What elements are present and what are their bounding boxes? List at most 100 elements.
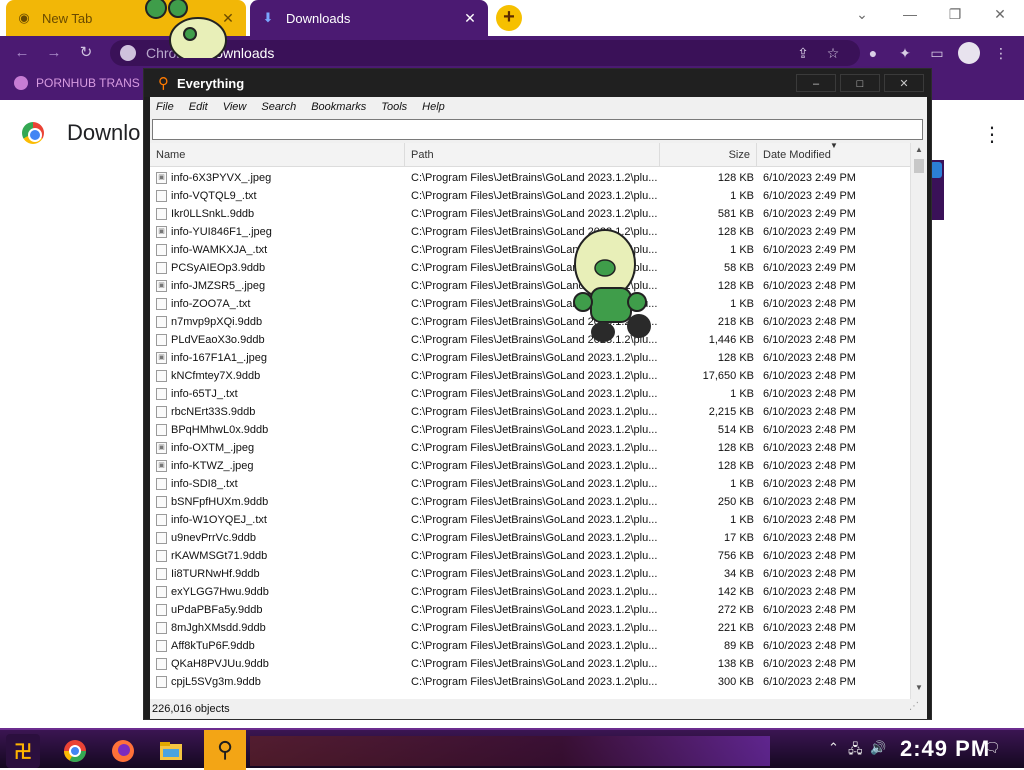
search-input[interactable] <box>152 119 923 140</box>
table-row[interactable]: kNCfmtey7X.9ddb C:\Program Files\JetBrain… <box>150 367 910 385</box>
file-date-modified: 6/10/2023 2:49 PM <box>763 262 856 274</box>
table-row[interactable]: n7mvp9pXQi.9ddb C:\Program Files\JetBrain… <box>150 313 910 331</box>
tab-search-icon[interactable]: ⌄ <box>852 6 872 23</box>
results-header: Name Path Size Date Modified ▼ <box>150 143 910 167</box>
menu-bookmarks[interactable]: Bookmarks <box>311 101 366 113</box>
side-panel-icon[interactable]: ▭ <box>926 42 948 64</box>
table-row[interactable]: cpjL5SVg3m.9ddb C:\Program Files\JetBrain… <box>150 673 910 691</box>
file-size: 34 KB <box>724 568 754 580</box>
file-path: C:\Program Files\JetBrains\GoLand 2023.1… <box>411 514 658 526</box>
column-header-size[interactable]: Size <box>660 143 757 167</box>
table-row[interactable]: ▣ info-6X3PYVX_.jpeg C:\Program Files\JetB… <box>150 169 910 187</box>
scroll-down-icon[interactable]: ▼ <box>915 683 923 692</box>
table-row[interactable]: ▣ info-KTWZ_.jpeg C:\Program Files\JetBrai… <box>150 457 910 475</box>
close-window-icon[interactable]: ✕ <box>990 6 1010 23</box>
file-size: 89 KB <box>724 640 754 652</box>
column-header-path[interactable]: Path <box>405 143 660 167</box>
table-row[interactable]: info-65TJ_.txt C:\Program Files\JetBrains… <box>150 385 910 403</box>
site-info-icon[interactable] <box>120 45 136 61</box>
table-row[interactable]: 8mJghXMsdd.9ddb C:\Program Files\JetBrain… <box>150 619 910 637</box>
file-name: kNCfmtey7X.9ddb <box>171 370 261 382</box>
table-row[interactable]: ▣ info-YUI846F1_.jpeg C:\Program Files\Jet… <box>150 223 910 241</box>
menu-tools[interactable]: Tools <box>381 101 407 113</box>
file-name: info-6X3PYVX_.jpeg <box>171 172 272 184</box>
everything-search-icon[interactable]: ⚲ <box>204 730 246 770</box>
extensions-icon[interactable]: ✦ <box>894 42 916 64</box>
table-row[interactable]: ▣ info-JMZSR5_.jpeg C:\Program Files\JetBr… <box>150 277 910 295</box>
table-row[interactable]: Ikr0LLSnkL.9ddb C:\Program Files\JetBrain… <box>150 205 910 223</box>
column-header-name[interactable]: Name <box>150 143 405 167</box>
forward-icon[interactable]: → <box>44 43 64 63</box>
file-icon <box>156 658 167 670</box>
file-size: 2,215 KB <box>708 406 754 418</box>
table-row[interactable]: BPqHMhwL0x.9ddb C:\Program Files\JetBrain… <box>150 421 910 439</box>
table-row[interactable]: QKaH8PVJUu.9ddb C:\Program Files\JetBrain… <box>150 655 910 673</box>
bookmark-favicon-icon <box>14 76 28 90</box>
table-row[interactable]: Ii8TURNwHf.9ddb C:\Program Files\JetBrain… <box>150 565 910 583</box>
file-size: 128 KB <box>717 280 754 292</box>
new-tab-button[interactable]: + <box>496 5 522 31</box>
file-icon <box>156 478 167 490</box>
file-name: Ii8TURNwHf.9ddb <box>171 568 260 580</box>
file-icon <box>156 388 167 400</box>
table-row[interactable]: exYLGG7Hwu.9ddb C:\Program Files\JetBrain… <box>150 583 910 601</box>
table-row[interactable]: info-WAMKXJA_.txt C:\Program Files\JetBra… <box>150 241 910 259</box>
table-row[interactable]: u9nevPrrVc.9ddb C:\Program Files\JetBrain… <box>150 529 910 547</box>
show-hidden-icons-icon[interactable]: ⌃ <box>828 740 839 756</box>
file-date-modified: 6/10/2023 2:48 PM <box>763 514 856 526</box>
close-button[interactable]: ✕ <box>884 74 924 92</box>
scrollbar-thumb[interactable] <box>914 159 924 173</box>
everything-logo-icon: ⚲ <box>158 75 169 92</box>
file-path: C:\Program Files\JetBrains\GoLand 2023.1… <box>411 622 658 634</box>
table-row[interactable]: PCSyAIEOp3.9ddb C:\Program Files\JetBrain… <box>150 259 910 277</box>
minimize-button[interactable]: – <box>796 74 836 92</box>
profile-extension-icon[interactable]: ● <box>862 42 884 64</box>
menu-search[interactable]: Search <box>261 101 296 113</box>
firefox-icon[interactable] <box>108 736 138 766</box>
notifications-icon[interactable]: 🗨 <box>984 740 1001 756</box>
file-size: 1 KB <box>730 478 754 490</box>
menu-help[interactable]: Help <box>422 101 445 113</box>
file-date-modified: 6/10/2023 2:48 PM <box>763 640 856 652</box>
maximize-button[interactable]: □ <box>840 74 880 92</box>
table-row[interactable]: rKAWMSGt71.9ddb C:\Program Files\JetBrain… <box>150 547 910 565</box>
chrome-icon[interactable] <box>60 736 90 766</box>
more-options-icon[interactable]: ⋮ <box>982 122 1002 147</box>
table-row[interactable]: info-VQTQL9_.txt C:\Program Files\JetBrai… <box>150 187 910 205</box>
file-path: C:\Program Files\JetBrains\GoLand 2023.1… <box>411 442 658 454</box>
network-icon[interactable]: 🖧 <box>848 740 863 762</box>
bookmark-star-icon[interactable]: ☆ <box>822 42 844 64</box>
table-row[interactable]: info-W1OYQEJ_.txt C:\Program Files\JetBra… <box>150 511 910 529</box>
reload-icon[interactable]: ↻ <box>76 43 96 63</box>
file-date-modified: 6/10/2023 2:48 PM <box>763 550 856 562</box>
bookmark-item[interactable]: PORNHUB TRANS <box>14 76 140 90</box>
back-icon[interactable]: ← <box>12 43 32 63</box>
menu-edit[interactable]: Edit <box>189 101 208 113</box>
start-icon[interactable]: 卍 <box>6 734 40 768</box>
table-row[interactable]: ▣ info-167F1A1_.jpeg C:\Program Files\JetB… <box>150 349 910 367</box>
table-row[interactable]: info-SDI8_.txt C:\Program Files\JetBrains… <box>150 475 910 493</box>
table-row[interactable]: ▣ info-OXTM_.jpeg C:\Program Files\JetBrai… <box>150 439 910 457</box>
tab-downloads[interactable]: ⬇ Downloads ✕ <box>250 0 488 36</box>
menu-file[interactable]: File <box>156 101 174 113</box>
share-icon[interactable]: ⇪ <box>792 42 814 64</box>
table-row[interactable]: bSNFpfHUXm.9ddb C:\Program Files\JetBrain… <box>150 493 910 511</box>
table-row[interactable]: PLdVEaoX3o.9ddb C:\Program Files\JetBrain… <box>150 331 910 349</box>
menu-view[interactable]: View <box>223 101 247 113</box>
resize-grip-icon[interactable]: ⋰ <box>909 701 919 712</box>
chrome-menu-icon[interactable]: ⋮ <box>990 42 1012 64</box>
clock[interactable]: 2:49 PM <box>900 736 990 762</box>
avatar[interactable] <box>958 42 980 64</box>
table-row[interactable]: info-ZOO7A_.txt C:\Program Files\JetBrain… <box>150 295 910 313</box>
file-date-modified: 6/10/2023 2:48 PM <box>763 388 856 400</box>
restore-icon[interactable]: ❐ <box>945 6 965 23</box>
scroll-up-icon[interactable]: ▲ <box>915 145 923 154</box>
table-row[interactable]: rbcNErt33S.9ddb C:\Program Files\JetBrain… <box>150 403 910 421</box>
table-row[interactable]: Aff8kTuP6F.9ddb C:\Program Files\JetBrain… <box>150 637 910 655</box>
table-row[interactable]: uPdaPBFa5y.9ddb C:\Program Files\JetBrain… <box>150 601 910 619</box>
volume-icon[interactable]: 🔊 <box>870 740 886 756</box>
file-explorer-icon[interactable] <box>156 736 186 766</box>
close-icon[interactable]: ✕ <box>462 10 478 27</box>
vertical-scrollbar[interactable]: ▲ ▼ <box>910 143 927 699</box>
minimize-icon[interactable]: — <box>900 6 920 22</box>
